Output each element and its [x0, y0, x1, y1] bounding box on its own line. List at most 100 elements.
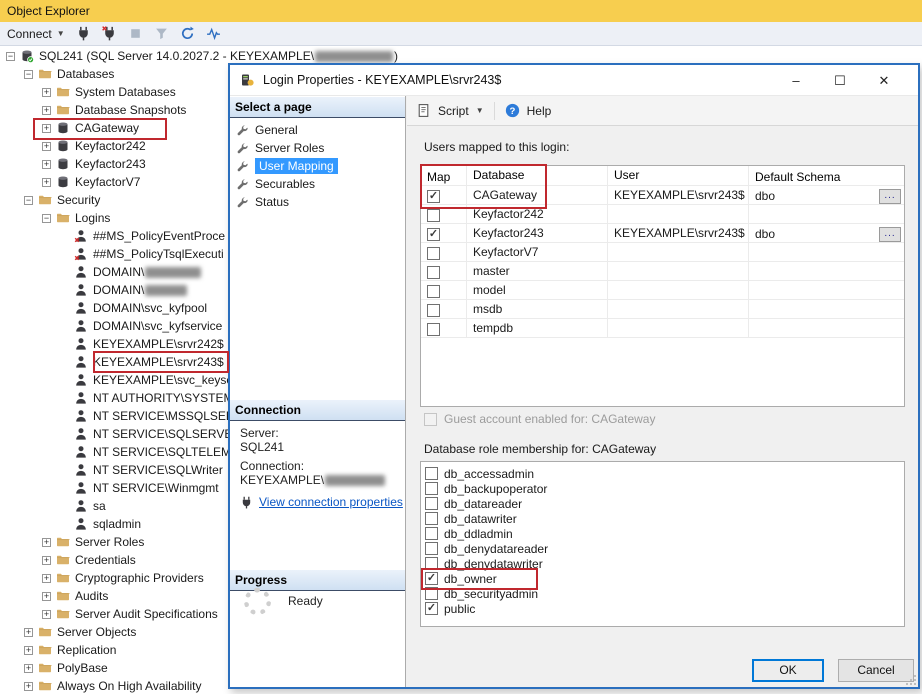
connect-object-icon[interactable] — [76, 26, 91, 41]
refresh-icon[interactable] — [180, 26, 195, 41]
role-checkbox-db-securityadmin[interactable] — [425, 587, 438, 600]
user-icon — [74, 409, 88, 423]
connect-button[interactable]: Connect ▼ — [7, 27, 65, 41]
page-item-general[interactable]: General — [236, 121, 298, 139]
column-header-user: User — [608, 166, 749, 185]
dialog-titlebar[interactable]: Login Properties - KEYEXAMPLE\srvr243$ –… — [230, 65, 918, 96]
user-icon — [74, 265, 88, 279]
role-checkbox-db-ddladmin[interactable] — [425, 527, 438, 540]
expand-toggle[interactable]: + — [42, 538, 51, 547]
table-row-master: master — [421, 262, 904, 281]
role-checkbox-db-datareader[interactable] — [425, 497, 438, 510]
expand-toggle[interactable]: + — [42, 592, 51, 601]
page-item-status[interactable]: Status — [236, 193, 289, 211]
expand-toggle[interactable]: + — [42, 556, 51, 565]
expand-toggle[interactable]: − — [42, 214, 51, 223]
map-checkbox-tempdb[interactable] — [427, 323, 440, 336]
guest-account-label: Guest account enabled for: CAGateway — [444, 412, 655, 426]
expand-toggle[interactable]: + — [24, 664, 33, 673]
view-connection-properties-link[interactable]: View connection properties — [240, 495, 403, 509]
browse-schema-button[interactable]: ... — [879, 227, 901, 242]
cell-database: KeyfactorV7 — [467, 243, 608, 261]
redacted-text — [145, 267, 201, 278]
dialog-toolbar: Script ▼ ? Help — [407, 96, 918, 126]
tree-item-label: DOMAIN\svc_kyfservice — [93, 319, 222, 333]
browse-schema-button[interactable]: ... — [879, 189, 901, 204]
tree-item-label-suffix: ) — [394, 49, 398, 63]
maximize-button[interactable]: ☐ — [818, 66, 862, 95]
dialog-title: Login Properties - KEYEXAMPLE\srvr243$ — [263, 73, 501, 87]
select-a-page-header: Select a page — [230, 97, 405, 118]
page-item-label: Securables — [255, 177, 315, 191]
role-row-db-accessadmin: db_accessadmin — [421, 466, 904, 481]
connection-label: Connection: — [240, 459, 304, 473]
tree-item-label: Cryptographic Providers — [75, 571, 204, 585]
column-header-default-schema: Default Schema — [749, 166, 904, 185]
role-row-db-owner: ✓db_owner — [421, 571, 904, 586]
map-checkbox-cagateway[interactable]: ✓ — [427, 190, 440, 203]
cancel-button[interactable]: Cancel — [838, 659, 914, 682]
page-item-label: User Mapping — [255, 158, 338, 174]
map-checkbox-keyfactor243[interactable]: ✓ — [427, 228, 440, 241]
role-checkbox-public[interactable]: ✓ — [425, 602, 438, 615]
server-value: SQL241 — [240, 440, 284, 454]
cell-database: tempdb — [467, 319, 608, 337]
cell-user — [608, 262, 749, 280]
cell-database: Keyfactor243 — [467, 224, 608, 242]
role-checkbox-db-accessadmin[interactable] — [425, 467, 438, 480]
role-checkbox-db-datawriter[interactable] — [425, 512, 438, 525]
expand-toggle[interactable]: + — [42, 574, 51, 583]
tree-item-label: Server Objects — [57, 625, 136, 639]
role-checkbox-db-denydatawriter[interactable] — [425, 557, 438, 570]
tree-item-label: NT SERVICE\SQLSERVER — [93, 427, 241, 441]
script-dropdown-icon[interactable]: ▼ — [476, 106, 484, 115]
role-checkbox-db-owner[interactable]: ✓ — [425, 572, 438, 585]
role-row-db-denydatareader: db_denydatareader — [421, 541, 904, 556]
expand-toggle[interactable]: − — [6, 52, 15, 61]
ok-button[interactable]: OK — [752, 659, 824, 682]
expand-toggle[interactable]: + — [42, 178, 51, 187]
expand-toggle[interactable]: + — [24, 646, 33, 655]
tree-item-label: sqladmin — [93, 517, 141, 531]
script-button[interactable]: Script — [438, 104, 469, 118]
map-checkbox-keyfactor242[interactable] — [427, 209, 440, 222]
page-item-server-roles[interactable]: Server Roles — [236, 139, 324, 157]
help-button[interactable]: Help — [527, 104, 552, 118]
minimize-button[interactable]: – — [774, 66, 818, 95]
user-icon — [74, 301, 88, 315]
database-icon — [56, 157, 70, 171]
expand-toggle[interactable]: − — [24, 196, 33, 205]
expand-toggle[interactable]: + — [42, 142, 51, 151]
expand-toggle[interactable]: + — [42, 160, 51, 169]
user-mapping-table: MapDatabaseUserDefault Schema✓CAGatewayK… — [420, 165, 905, 407]
map-checkbox-keyfactorv7[interactable] — [427, 247, 440, 260]
expand-toggle[interactable]: + — [42, 610, 51, 619]
expand-toggle[interactable]: + — [42, 88, 51, 97]
role-checkbox-db-backupoperator[interactable] — [425, 482, 438, 495]
folder-icon — [56, 571, 70, 585]
cell-user — [608, 205, 749, 223]
resize-grip[interactable] — [906, 675, 916, 685]
page-item-user-mapping[interactable]: User Mapping — [236, 157, 338, 175]
close-button[interactable]: ✕ — [862, 66, 906, 95]
expand-toggle[interactable]: − — [24, 70, 33, 79]
map-checkbox-master[interactable] — [427, 266, 440, 279]
role-checkbox-db-denydatareader[interactable] — [425, 542, 438, 555]
map-checkbox-msdb[interactable] — [427, 304, 440, 317]
page-item-securables[interactable]: Securables — [236, 175, 315, 193]
role-row-db-backupoperator: db_backupoperator — [421, 481, 904, 496]
role-label: db_ddladmin — [444, 527, 513, 541]
object-explorer-toolbar: Connect ▼ — [0, 22, 922, 46]
tree-item-label: ##MS_PolicyEventProce — [93, 229, 225, 243]
expand-toggle[interactable]: + — [24, 628, 33, 637]
map-checkbox-model[interactable] — [427, 285, 440, 298]
expand-toggle[interactable]: + — [24, 682, 33, 691]
expand-toggle[interactable]: + — [42, 124, 51, 133]
disconnect-icon[interactable] — [102, 26, 117, 41]
role-label: db_denydatareader — [444, 542, 548, 556]
expand-toggle[interactable]: + — [42, 106, 51, 115]
cell-database: model — [467, 281, 608, 299]
tree-item-label: Always On High Availability — [57, 679, 202, 693]
activity-monitor-icon[interactable] — [206, 26, 221, 41]
tree-item-label: DOMAIN\ — [93, 283, 144, 297]
